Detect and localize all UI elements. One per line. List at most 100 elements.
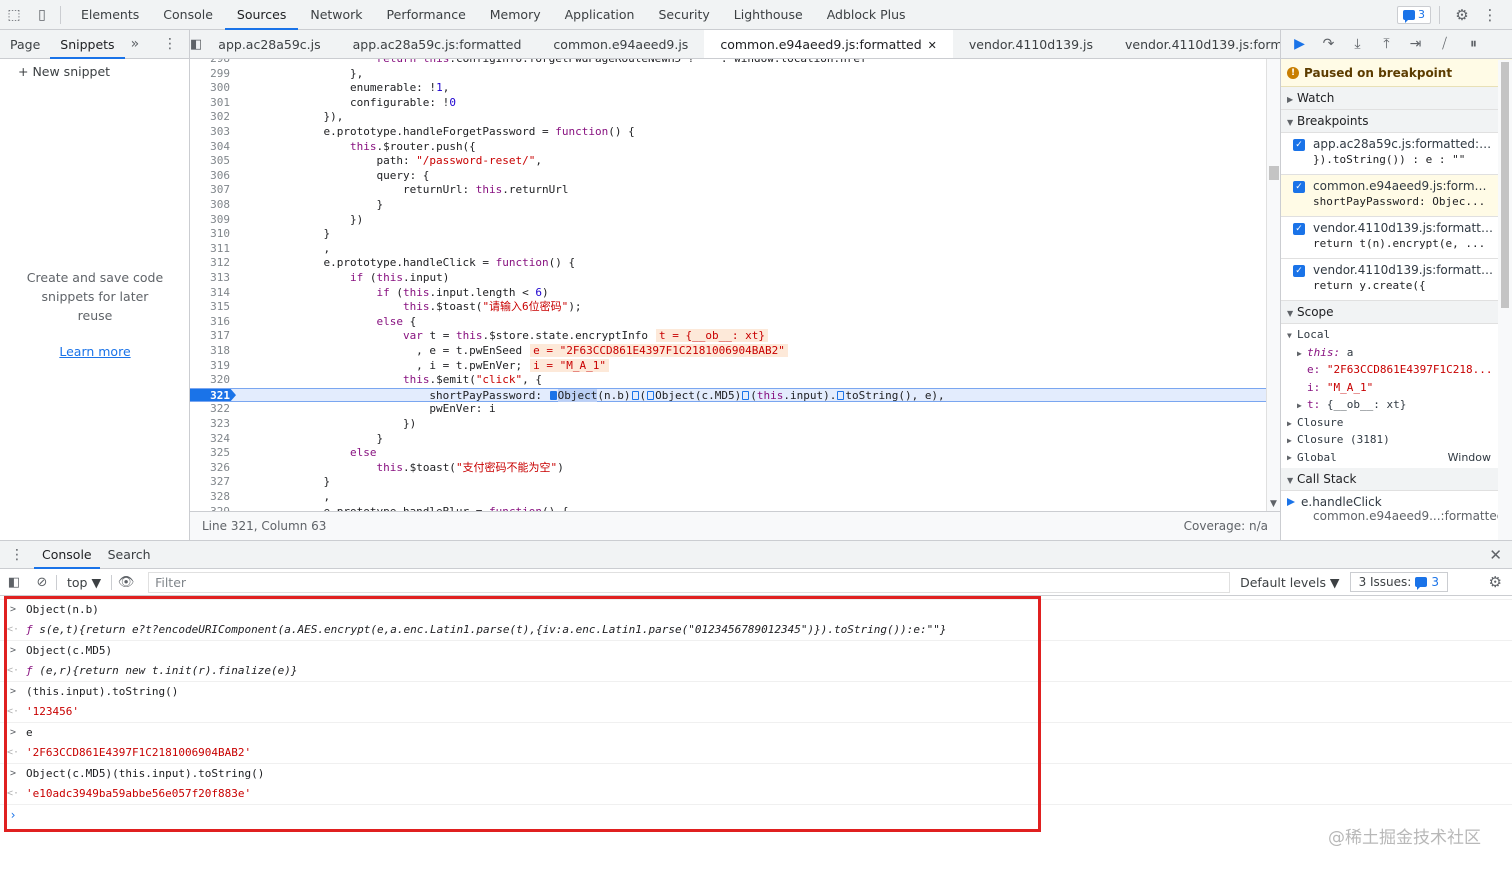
- more-kebab-icon[interactable]: ⋮: [1476, 1, 1504, 29]
- step-over-icon[interactable]: ↷: [1314, 36, 1343, 52]
- code-line[interactable]: 302 }),: [190, 110, 1266, 125]
- scope-var-e[interactable]: e: "2F63CCD861E4397F1C218...: [1287, 361, 1497, 379]
- toggle-navigator-icon[interactable]: ◧: [190, 37, 202, 52]
- console-settings-gear-icon[interactable]: ⚙: [1489, 573, 1512, 591]
- code-line[interactable]: 310 }: [190, 227, 1266, 242]
- line-number[interactable]: 326: [190, 461, 236, 476]
- line-number[interactable]: 300: [190, 81, 236, 96]
- line-number[interactable]: 301: [190, 96, 236, 111]
- line-number[interactable]: 305: [190, 154, 236, 169]
- line-number[interactable]: 318: [190, 344, 236, 359]
- call-frame[interactable]: e.handleClick common.e94aeed9...:formatt…: [1281, 491, 1512, 523]
- scope-var-this[interactable]: ▶ this: a: [1287, 344, 1497, 362]
- pause-on-exceptions-icon[interactable]: ⏸: [1459, 36, 1488, 52]
- code-line[interactable]: 312 e.prototype.handleClick = function()…: [190, 256, 1266, 271]
- line-number[interactable]: 298: [190, 59, 236, 67]
- console-input-line[interactable]: > e: [0, 722, 1512, 742]
- console-input-line[interactable]: > Object(c.MD5): [0, 640, 1512, 660]
- file-tab[interactable]: app.ac28a59c.js: [202, 30, 336, 58]
- step-icon[interactable]: ⇥: [1401, 36, 1430, 52]
- breakpoint-checkbox[interactable]: ✓: [1293, 181, 1305, 193]
- line-number[interactable]: 312: [190, 256, 236, 271]
- console-result-line[interactable]: <· '123456': [0, 702, 1512, 722]
- code-line[interactable]: 300 enumerable: !1,: [190, 81, 1266, 96]
- close-drawer-icon[interactable]: ✕: [1489, 546, 1512, 564]
- breakpoint-marker-icon[interactable]: [742, 391, 750, 401]
- device-toolbar-icon[interactable]: ▯: [28, 0, 56, 30]
- scrollbar-thumb[interactable]: [1269, 166, 1279, 180]
- line-number[interactable]: 327: [190, 475, 236, 490]
- code-line[interactable]: 304 this.$router.push({: [190, 140, 1266, 155]
- line-number[interactable]: 323: [190, 417, 236, 432]
- console-result-line[interactable]: <· ƒ s(e,t){return e?t?encodeURIComponent…: [0, 620, 1512, 640]
- code-line[interactable]: 314 if (this.input.length < 6): [190, 286, 1266, 301]
- code-line[interactable]: 315 this.$toast("请输入6位密码");: [190, 300, 1266, 315]
- code-line[interactable]: 301 configurable: !0: [190, 96, 1266, 111]
- panel-tab-application[interactable]: Application: [553, 0, 647, 30]
- deactivate-breakpoints-icon[interactable]: ⧸: [1430, 36, 1459, 52]
- code-line[interactable]: 308 }: [190, 198, 1266, 213]
- code-line[interactable]: 317 var t = this.$store.state.encryptInf…: [190, 329, 1266, 344]
- code-line[interactable]: 316 else {: [190, 315, 1266, 330]
- section-scope[interactable]: ▼ Scope: [1281, 301, 1512, 324]
- issues-button[interactable]: 3 Issues: 3: [1349, 572, 1448, 592]
- panel-tab-elements[interactable]: Elements: [69, 0, 151, 30]
- navigator-menu-kebab-icon[interactable]: ⋮: [151, 36, 189, 52]
- editor-scrollbar[interactable]: ▼: [1266, 59, 1280, 511]
- breakpoint-item[interactable]: ✓ common.e94aeed9.js:format... shortPayPas…: [1281, 175, 1512, 217]
- step-out-icon[interactable]: ⤒: [1372, 36, 1401, 52]
- line-number[interactable]: 303: [190, 125, 236, 140]
- line-number[interactable]: 308: [190, 198, 236, 213]
- line-number[interactable]: 306: [190, 169, 236, 184]
- panel-tab-lighthouse[interactable]: Lighthouse: [722, 0, 815, 30]
- breakpoint-marker-icon[interactable]: [549, 391, 557, 401]
- resume-icon[interactable]: ▶: [1285, 36, 1314, 52]
- line-number[interactable]: 322: [190, 402, 236, 417]
- code-line[interactable]: 324 }: [190, 432, 1266, 447]
- line-number[interactable]: 316: [190, 315, 236, 330]
- console-prompt[interactable]: ›: [0, 804, 1512, 824]
- panel-tab-network[interactable]: Network: [298, 0, 374, 30]
- code-line[interactable]: 313 if (this.input): [190, 271, 1266, 286]
- line-number[interactable]: 317: [190, 329, 236, 344]
- tab-page[interactable]: Page: [0, 30, 50, 59]
- code-line[interactable]: 309 }): [190, 213, 1266, 228]
- line-number[interactable]: 321: [190, 388, 236, 402]
- tab-console[interactable]: Console: [34, 541, 100, 569]
- file-tab[interactable]: common.e94aeed9.js: [537, 30, 704, 58]
- line-number[interactable]: 313: [190, 271, 236, 286]
- code-line[interactable]: 325 else: [190, 446, 1266, 461]
- line-number[interactable]: 319: [190, 359, 236, 374]
- code-line[interactable]: 327 }: [190, 475, 1266, 490]
- breakpoint-checkbox[interactable]: ✓: [1293, 139, 1305, 151]
- scroll-down-arrow-icon[interactable]: ▼: [1270, 499, 1277, 509]
- console-messages[interactable]: > Object(n.b) <· ƒ s(e,t){return e?t?encode…: [0, 597, 1512, 869]
- line-number[interactable]: 309: [190, 213, 236, 228]
- console-input-line[interactable]: > (this.input).toString(): [0, 681, 1512, 701]
- line-number[interactable]: 307: [190, 183, 236, 198]
- file-tab[interactable]: vendor.4110d139.js:formatted: [1109, 30, 1280, 58]
- drawer-menu-kebab-icon[interactable]: ⋮: [0, 547, 34, 563]
- code-line[interactable]: 307 returnUrl: this.returnUrl: [190, 183, 1266, 198]
- code-line[interactable]: 298 return this.configInfo.forgetPwdPage…: [190, 59, 1266, 67]
- line-number[interactable]: 304: [190, 140, 236, 155]
- log-levels-dropdown[interactable]: Default levels ▼: [1230, 575, 1349, 590]
- more-tabs-chevron-icon[interactable]: »: [125, 36, 146, 52]
- breakpoint-item[interactable]: ✓ vendor.4110d139.js:formatte... return y.…: [1281, 259, 1512, 301]
- new-snippet-button[interactable]: + New snippet: [0, 59, 189, 85]
- scope-closure[interactable]: ▶ Closure: [1287, 414, 1497, 432]
- code-line[interactable]: 323 }): [190, 417, 1266, 432]
- panel-tab-console[interactable]: Console: [151, 0, 225, 30]
- panel-tab-performance[interactable]: Performance: [375, 0, 478, 30]
- line-number[interactable]: 325: [190, 446, 236, 461]
- line-number[interactable]: 302: [190, 110, 236, 125]
- section-call-stack[interactable]: ▼ Call Stack: [1281, 468, 1512, 491]
- line-number[interactable]: 299: [190, 67, 236, 82]
- learn-more-link[interactable]: Learn more: [0, 344, 190, 359]
- code-line[interactable]: 326 this.$toast("支付密码不能为空"): [190, 461, 1266, 476]
- breakpoint-checkbox[interactable]: ✓: [1293, 265, 1305, 277]
- code-line[interactable]: 320 this.$emit("click", {: [190, 373, 1266, 388]
- tab-snippets[interactable]: Snippets: [50, 30, 125, 59]
- tab-search[interactable]: Search: [100, 541, 159, 569]
- file-tab[interactable]: common.e94aeed9.js:formatted ✕: [704, 30, 953, 58]
